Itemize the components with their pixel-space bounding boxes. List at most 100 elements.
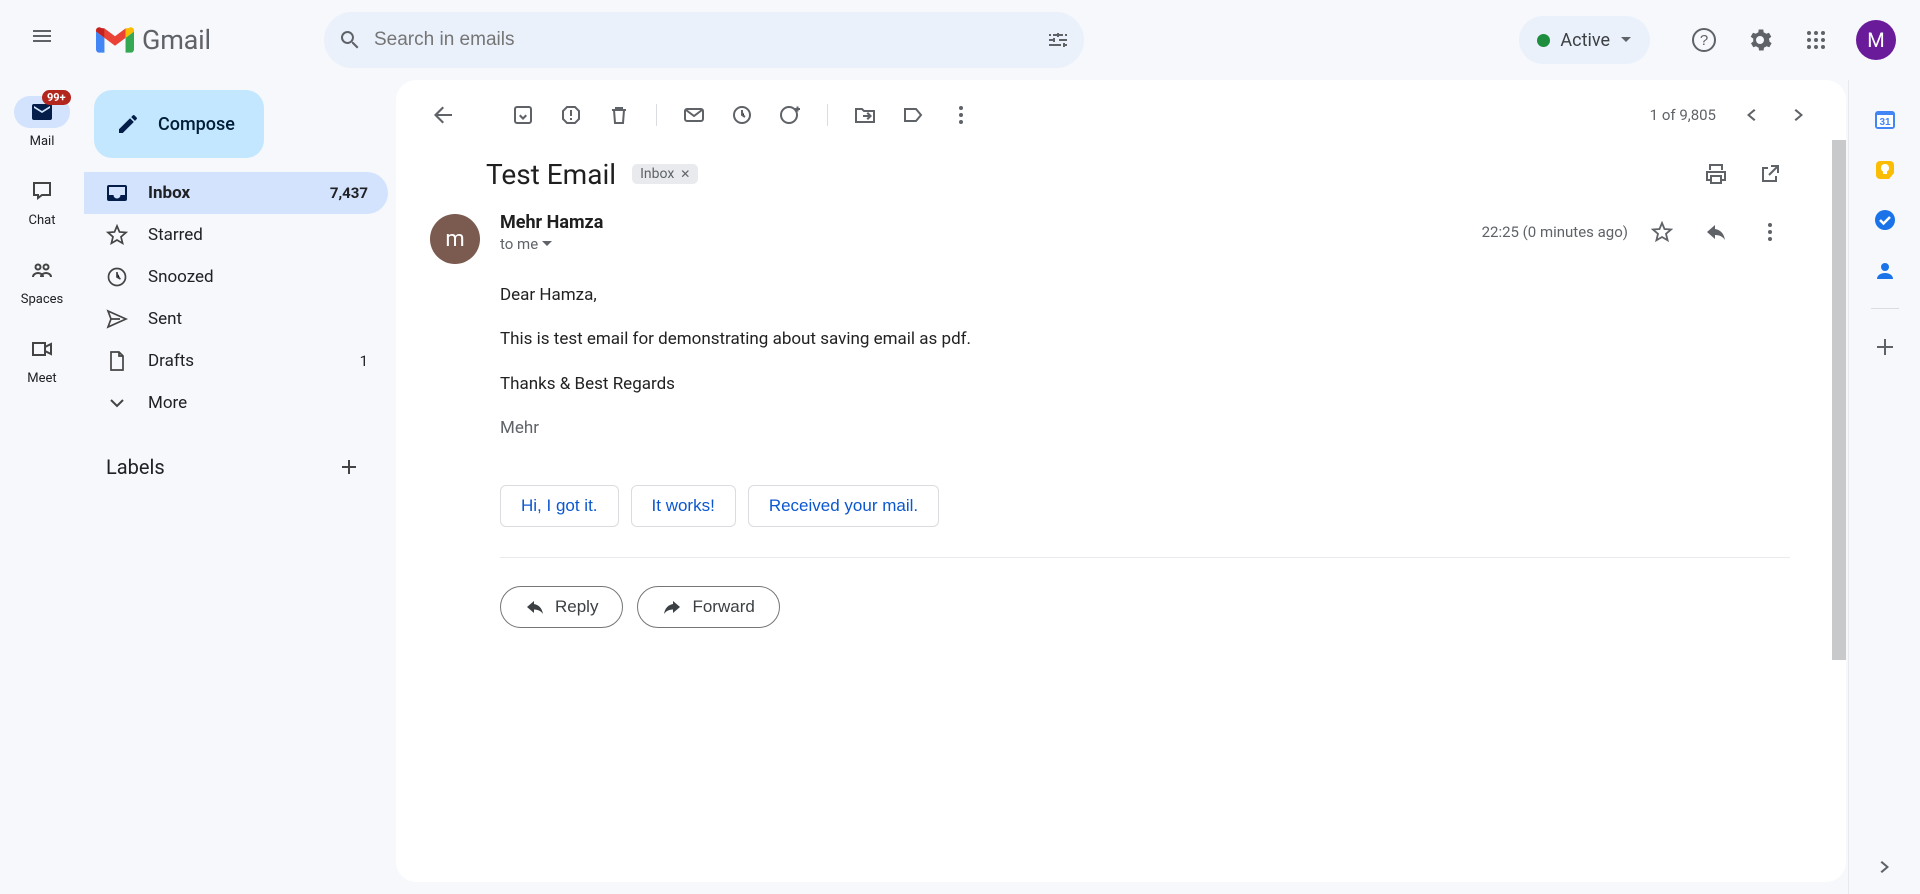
forward-button[interactable]: Forward xyxy=(637,586,779,628)
timestamp: 22:25 (0 minutes ago) xyxy=(1482,223,1628,241)
scrollbar-thumb[interactable] xyxy=(1832,140,1846,660)
rail-item-spaces[interactable]: Spaces xyxy=(0,244,84,315)
folder-snoozed[interactable]: Snoozed xyxy=(84,256,388,298)
search-options-icon[interactable] xyxy=(1046,28,1070,52)
envelope-icon xyxy=(683,104,705,126)
recipients-text: to me xyxy=(500,235,538,253)
brand[interactable]: Gmail xyxy=(96,24,316,56)
folder-count: 1 xyxy=(360,352,368,370)
meet-icon xyxy=(30,337,54,361)
smart-reply-2[interactable]: It works! xyxy=(631,485,736,527)
contacts-icon xyxy=(1874,259,1896,281)
forward-icon xyxy=(662,597,682,617)
calendar-addon[interactable]: 31 xyxy=(1873,108,1897,132)
reply-button[interactable]: Reply xyxy=(500,586,623,628)
message: m Mehr Hamza to me 22:25 (0 minutes ago) xyxy=(396,206,1846,628)
recipients-toggle[interactable]: to me xyxy=(500,235,1462,253)
labels-button[interactable] xyxy=(890,95,936,135)
search-input[interactable] xyxy=(374,29,1034,51)
rail-label-mail: Mail xyxy=(30,134,55,149)
folder-sent[interactable]: Sent xyxy=(84,298,388,340)
message-meta: 22:25 (0 minutes ago) xyxy=(1482,212,1790,252)
open-new-window-button[interactable] xyxy=(1750,154,1790,194)
move-to-button[interactable] xyxy=(842,95,888,135)
rail-label-spaces: Spaces xyxy=(21,292,64,307)
more-vert-icon xyxy=(950,104,972,126)
message-more-button[interactable] xyxy=(1750,212,1790,252)
chevron-down-icon xyxy=(1620,34,1632,46)
labels-header-row: Labels xyxy=(84,424,388,484)
category-chip[interactable]: Inbox ✕ xyxy=(632,164,698,184)
account-avatar[interactable]: M xyxy=(1856,20,1896,60)
apps-button[interactable] xyxy=(1792,16,1840,64)
reply-row: Reply Forward xyxy=(430,558,1790,628)
smart-reply-1[interactable]: Hi, I got it. xyxy=(500,485,619,527)
archive-icon xyxy=(512,104,534,126)
older-button[interactable] xyxy=(1776,95,1822,135)
label-icon xyxy=(902,104,924,126)
rail-label-meet: Meet xyxy=(27,371,56,386)
archive-button[interactable] xyxy=(500,95,546,135)
main-menu-button[interactable] xyxy=(18,12,66,60)
folder-label: Drafts xyxy=(148,351,194,371)
folder-drafts[interactable]: Drafts 1 xyxy=(84,340,388,382)
star-icon xyxy=(1651,221,1673,243)
gear-icon xyxy=(1747,27,1773,53)
folder-more[interactable]: More xyxy=(84,382,388,424)
apps-icon xyxy=(1804,28,1828,52)
side-panel-toggle[interactable] xyxy=(1876,858,1894,876)
chip-close-icon[interactable]: ✕ xyxy=(680,167,690,181)
add-label-button[interactable] xyxy=(332,450,366,484)
folder-starred[interactable]: Starred xyxy=(84,214,388,256)
sender-avatar[interactable]: m xyxy=(430,214,480,264)
subject-row: Test Email Inbox ✕ xyxy=(396,142,1846,206)
rail-item-meet[interactable]: Meet xyxy=(0,323,84,394)
get-addons[interactable] xyxy=(1873,335,1897,359)
smart-reply-3[interactable]: Received your mail. xyxy=(748,485,939,527)
rail-item-mail[interactable]: 99+ Mail xyxy=(0,86,84,157)
spam-button[interactable] xyxy=(548,95,594,135)
calendar-icon: 31 xyxy=(1873,108,1897,132)
star-message-button[interactable] xyxy=(1642,212,1682,252)
reply-icon-button[interactable] xyxy=(1696,212,1736,252)
avatar-initial: M xyxy=(1867,28,1884,52)
spaces-icon xyxy=(30,258,54,282)
snooze-button[interactable] xyxy=(719,95,765,135)
tasks-addon[interactable] xyxy=(1873,208,1897,232)
print-button[interactable] xyxy=(1696,154,1736,194)
chevron-left-icon xyxy=(1742,106,1760,124)
folder-move-icon xyxy=(854,104,876,126)
rail-item-chat[interactable]: Chat xyxy=(0,165,84,236)
folder-label: Sent xyxy=(148,309,182,329)
add-to-tasks-button[interactable] xyxy=(767,95,813,135)
trash-icon xyxy=(608,104,630,126)
file-icon xyxy=(106,350,128,372)
support-button[interactable]: ? xyxy=(1680,16,1728,64)
send-icon xyxy=(106,308,128,330)
settings-button[interactable] xyxy=(1736,16,1784,64)
help-icon: ? xyxy=(1691,27,1717,53)
body-greeting: Dear Hamza, xyxy=(500,282,1790,308)
message-body: Dear Hamza, This is test email for demon… xyxy=(430,264,1790,441)
clock-icon xyxy=(106,266,128,288)
pagination-text: 1 of 9,805 xyxy=(1650,106,1716,124)
folder-list: Inbox 7,437 Starred Snoozed Sent D xyxy=(84,172,388,424)
chevron-down-icon xyxy=(106,392,128,414)
star-icon xyxy=(106,224,128,246)
delete-button[interactable] xyxy=(596,95,642,135)
newer-button[interactable] xyxy=(1728,95,1774,135)
status-chip[interactable]: Active xyxy=(1519,16,1650,64)
chat-icon xyxy=(30,179,54,203)
search-bar[interactable] xyxy=(324,12,1084,68)
more-button[interactable] xyxy=(938,95,984,135)
compose-label: Compose xyxy=(158,114,235,135)
folder-inbox[interactable]: Inbox 7,437 xyxy=(84,172,388,214)
back-button[interactable] xyxy=(420,95,466,135)
reply-label: Reply xyxy=(555,597,598,617)
mark-unread-button[interactable] xyxy=(671,95,717,135)
caret-down-icon xyxy=(542,239,552,249)
compose-button[interactable]: Compose xyxy=(94,90,264,158)
keep-addon[interactable] xyxy=(1873,158,1897,182)
folder-count: 7,437 xyxy=(330,184,368,202)
contacts-addon[interactable] xyxy=(1873,258,1897,282)
